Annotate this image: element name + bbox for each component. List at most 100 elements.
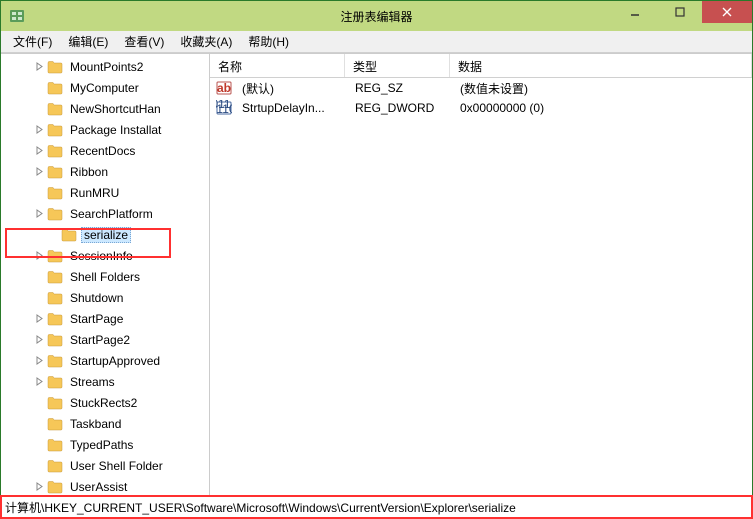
tree-item-mountpoints2[interactable]: MountPoints2 [1, 56, 209, 77]
registry-tree: MountPoints2 MyComputer NewShortcutHan Pack… [1, 54, 209, 496]
tree-item-label: StartPage [67, 311, 126, 327]
tree-item-label: StartPage2 [67, 332, 133, 348]
tree-item-label: MyComputer [67, 80, 142, 96]
tree-expander-icon[interactable] [33, 124, 45, 136]
folder-icon [47, 249, 63, 263]
tree-expander-icon [33, 187, 45, 199]
folder-icon [47, 81, 63, 95]
content-split: MountPoints2 MyComputer NewShortcutHan Pack… [1, 53, 752, 496]
tree-item-label: Shutdown [67, 290, 126, 306]
binary-value-icon [216, 100, 232, 116]
tree-item-package-installat[interactable]: Package Installat [1, 119, 209, 140]
tree-item-label: Taskband [67, 416, 124, 432]
tree-item-label: UserAssist [67, 479, 130, 495]
values-pane: 名称 类型 数据 (默认)REG_SZ(数值未设置)StrtupDelayIn.… [210, 54, 752, 496]
value-type: REG_DWORD [349, 101, 454, 115]
tree-item-label: Streams [67, 374, 118, 390]
tree-item-stuckrects2[interactable]: StuckRects2 [1, 392, 209, 413]
tree-item-streams[interactable]: Streams [1, 371, 209, 392]
tree-item-label: Package Installat [67, 122, 164, 138]
tree-item-label: serialize [81, 227, 131, 243]
close-button[interactable] [702, 1, 752, 23]
titlebar-buttons [612, 1, 752, 31]
col-data[interactable]: 数据 [450, 54, 752, 77]
tree-item-serialize[interactable]: serialize [1, 224, 209, 245]
tree-expander-icon[interactable] [33, 355, 45, 367]
tree-item-label: StuckRects2 [67, 395, 140, 411]
folder-icon [47, 102, 63, 116]
tree-item-runmru[interactable]: RunMRU [1, 182, 209, 203]
tree-pane: MountPoints2 MyComputer NewShortcutHan Pack… [1, 54, 210, 496]
tree-item-startupapproved[interactable]: StartupApproved [1, 350, 209, 371]
menu-edit[interactable]: 编辑(E) [60, 31, 116, 52]
window-title: 注册表编辑器 [340, 8, 412, 25]
tree-item-startpage2[interactable]: StartPage2 [1, 329, 209, 350]
tree-item-label: SessionInfo [67, 248, 136, 264]
value-name: StrtupDelayIn... [236, 101, 349, 115]
tree-expander-icon[interactable] [33, 313, 45, 325]
folder-icon [47, 207, 63, 221]
string-value-icon [216, 80, 232, 96]
registry-editor-window: 注册表编辑器 文件(F) 编辑(E) 查看(V) 收藏夹(A) 帮助(H) Mo… [0, 0, 753, 519]
folder-icon [47, 396, 63, 410]
folder-icon [47, 375, 63, 389]
folder-icon [47, 291, 63, 305]
statusbar: 计算机\HKEY_CURRENT_USER\Software\Microsoft… [1, 496, 752, 518]
maximize-button[interactable] [657, 1, 702, 23]
tree-expander-icon[interactable] [33, 334, 45, 346]
tree-item-label: TypedPaths [67, 437, 136, 453]
tree-item-label: Ribbon [67, 164, 111, 180]
tree-item-ribbon[interactable]: Ribbon [1, 161, 209, 182]
tree-item-sessioninfo[interactable]: SessionInfo [1, 245, 209, 266]
menubar: 文件(F) 编辑(E) 查看(V) 收藏夹(A) 帮助(H) [1, 31, 752, 53]
tree-expander-icon[interactable] [33, 61, 45, 73]
tree-scroll[interactable]: MountPoints2 MyComputer NewShortcutHan Pack… [1, 54, 209, 496]
tree-item-typedpaths[interactable]: TypedPaths [1, 434, 209, 455]
col-type[interactable]: 类型 [345, 54, 450, 77]
value-row[interactable]: StrtupDelayIn...REG_DWORD0x00000000 (0) [210, 98, 752, 118]
tree-item-label: RunMRU [67, 185, 122, 201]
values-header: 名称 类型 数据 [210, 54, 752, 78]
tree-item-startpage[interactable]: StartPage [1, 308, 209, 329]
folder-icon [47, 312, 63, 326]
folder-icon [47, 60, 63, 74]
menu-file[interactable]: 文件(F) [5, 31, 60, 52]
menu-help[interactable]: 帮助(H) [240, 31, 297, 52]
tree-item-recentdocs[interactable]: RecentDocs [1, 140, 209, 161]
value-data: 0x00000000 (0) [454, 101, 752, 115]
tree-item-shutdown[interactable]: Shutdown [1, 287, 209, 308]
folder-icon [47, 333, 63, 347]
tree-expander-icon [33, 103, 45, 115]
folder-icon [47, 480, 63, 494]
menu-view[interactable]: 查看(V) [116, 31, 172, 52]
tree-expander-icon [33, 439, 45, 451]
values-body[interactable]: (默认)REG_SZ(数值未设置)StrtupDelayIn...REG_DWO… [210, 78, 752, 496]
tree-expander-icon [33, 397, 45, 409]
tree-expander-icon [33, 460, 45, 472]
tree-item-searchplatform[interactable]: SearchPlatform [1, 203, 209, 224]
tree-item-label: User Shell Folder [67, 458, 166, 474]
tree-expander-icon[interactable] [33, 208, 45, 220]
folder-icon [47, 354, 63, 368]
tree-expander-icon[interactable] [33, 145, 45, 157]
tree-expander-icon [33, 82, 45, 94]
titlebar[interactable]: 注册表编辑器 [1, 1, 752, 31]
minimize-button[interactable] [612, 1, 657, 23]
tree-item-taskband[interactable]: Taskband [1, 413, 209, 434]
tree-expander-icon[interactable] [33, 250, 45, 262]
folder-icon [47, 438, 63, 452]
tree-item-userassist[interactable]: UserAssist [1, 476, 209, 496]
value-row[interactable]: (默认)REG_SZ(数值未设置) [210, 78, 752, 98]
tree-expander-icon[interactable] [33, 376, 45, 388]
tree-item-user-shell-folder[interactable]: User Shell Folder [1, 455, 209, 476]
tree-item-mycomputer[interactable]: MyComputer [1, 77, 209, 98]
tree-item-label: NewShortcutHan [67, 101, 164, 117]
tree-expander-icon[interactable] [33, 481, 45, 493]
tree-item-label: SearchPlatform [67, 206, 156, 222]
tree-item-shell-folders[interactable]: Shell Folders [1, 266, 209, 287]
menu-favorites[interactable]: 收藏夹(A) [172, 31, 240, 52]
col-name[interactable]: 名称 [210, 54, 345, 77]
tree-item-newshortcuthan[interactable]: NewShortcutHan [1, 98, 209, 119]
folder-icon [47, 165, 63, 179]
tree-expander-icon[interactable] [33, 166, 45, 178]
